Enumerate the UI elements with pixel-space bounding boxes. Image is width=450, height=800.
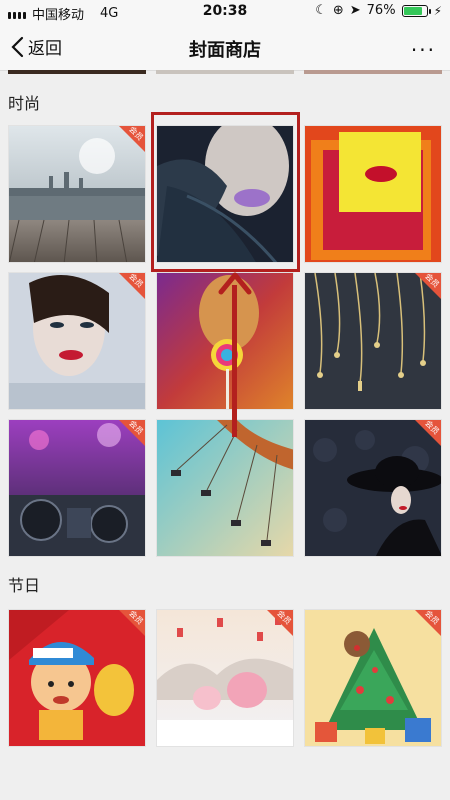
battery-icon [401,4,431,17]
swing-ride-image [157,420,293,556]
charging-icon: ⚡ [433,3,442,18]
battery-percent: 76% [366,3,396,18]
more-menu-button[interactable]: ··· [411,38,436,62]
cover-tile-hat-woman[interactable]: 会员 [304,419,442,557]
cover-tile-dj-party[interactable]: 会员 [8,419,146,557]
cover-tile-cityscape[interactable]: 会员 [8,125,146,263]
section-title-holiday: 节日 [8,576,41,595]
arrow-shaft [232,285,237,437]
previous-row-strip [0,70,450,74]
page-title: 封面商店 [189,40,261,61]
cropped-cover[interactable] [304,70,442,74]
selection-highlight [151,112,300,272]
cover-tile-lanterns[interactable]: 会员 [156,609,294,747]
cropped-cover[interactable] [156,70,294,74]
cropped-cover[interactable] [8,70,146,74]
cover-tile-swing-ride[interactable] [156,419,294,557]
location-icon: ➤ [349,3,361,18]
lips-box-image [305,126,441,262]
section-title-fashion: 时尚 [8,94,41,113]
cover-tile-woman-portrait[interactable]: 会员 [8,272,146,410]
status-icons: ☾ ⊕ ➤ 76% ⚡ [315,3,442,18]
cover-tile-red-lips-box[interactable] [304,125,442,263]
cover-tile-christmas-tree[interactable]: 会员 [304,609,442,747]
status-bar: 中国移动 4G 20:38 ☾ ⊕ ➤ 76% ⚡ [0,0,450,24]
navigation-bar: 返回 封面商店 ··· [0,24,450,71]
cover-tile-necklaces[interactable]: 会员 [304,272,442,410]
arrow-up-icon [218,272,252,295]
moon-icon: ☾ [315,3,327,18]
rotation-lock-icon: ⊕ [332,3,344,18]
cover-tile-cartoon-boy[interactable]: 会员 [8,609,146,747]
